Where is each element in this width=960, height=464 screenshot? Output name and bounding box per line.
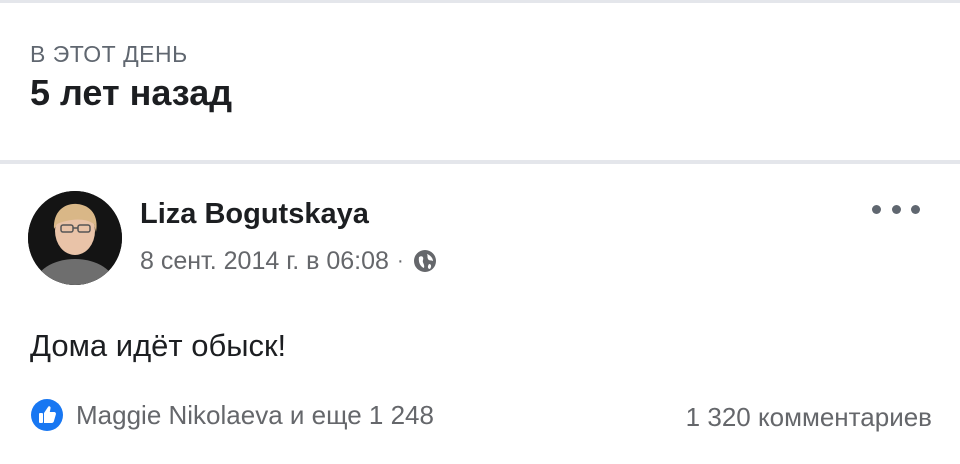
more-dot [891, 204, 901, 214]
memory-header: В ЭТОТ ДЕНЬ 5 лет назад [30, 40, 232, 114]
more-dot [911, 204, 920, 214]
meta-separator: · [396, 250, 404, 272]
author-name[interactable]: Liza Bogutskaya [140, 197, 369, 231]
memory-title: 5 лет назад [30, 72, 233, 113]
memory-kicker: В ЭТОТ ДЕНЬ [30, 41, 188, 67]
comments-count[interactable]: 1 320 комментариев [686, 401, 932, 433]
post-meta: 8 сент. 2014 г. в 06:08 · [140, 246, 438, 276]
post-text: Дома идёт обыск! [30, 328, 287, 363]
more-dot [872, 204, 881, 214]
reactions-summary[interactable]: Maggie Nikolaeva и еще 1 248 [30, 398, 434, 432]
author-avatar[interactable] [28, 191, 122, 285]
avatar-image [28, 191, 122, 285]
post-date[interactable]: 8 сент. 2014 г. в 06:08 [140, 246, 389, 276]
section-divider [0, 160, 960, 164]
globe-icon[interactable] [412, 248, 438, 274]
more-horizontal-icon[interactable] [872, 196, 920, 222]
like-icon [30, 398, 64, 432]
reactions-text[interactable]: Maggie Nikolaeva и еще 1 248 [76, 400, 434, 431]
top-divider [0, 0, 960, 3]
